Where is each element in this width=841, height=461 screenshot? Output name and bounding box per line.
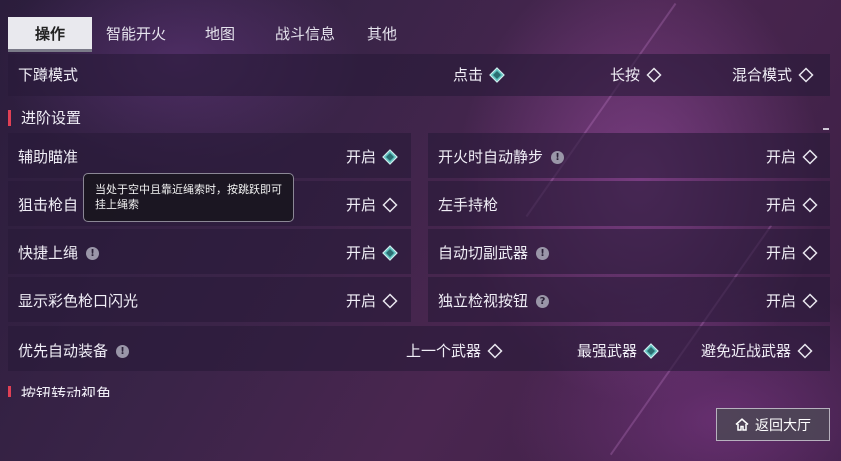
scroll-indicator[interactable] xyxy=(823,128,829,130)
setting-auto-silent-step: 开火时自动静步! 开启 xyxy=(428,133,830,178)
setting-label: 狙击枪自 xyxy=(18,196,79,214)
option-label: 混合模式 xyxy=(732,66,793,84)
setting-label-text: 优先自动装备 xyxy=(18,342,109,360)
sniper-toggle[interactable]: 开启 xyxy=(346,194,398,215)
option-label: 开启 xyxy=(346,244,377,262)
diamond-icon xyxy=(382,196,398,213)
diamond-icon xyxy=(802,244,818,261)
aim-assist-toggle[interactable]: 开启 xyxy=(346,146,398,167)
tab-map[interactable]: 地图 xyxy=(180,17,260,52)
auto-switch-toggle[interactable]: 开启 xyxy=(766,242,818,263)
section-title-clip: 按钮转动视角 xyxy=(0,383,841,397)
setting-muzzle-flash: 显示彩色枪口闪光 开启 xyxy=(8,277,411,322)
option-label: 最强武器 xyxy=(577,342,638,360)
setting-label: 显示彩色枪口闪光 xyxy=(18,292,139,310)
crouch-hold-option[interactable]: 长按 xyxy=(610,64,662,85)
left-hand-toggle[interactable]: 开启 xyxy=(766,194,818,215)
diamond-icon xyxy=(802,148,818,165)
home-icon xyxy=(735,418,749,431)
info-icon[interactable]: ! xyxy=(86,247,100,260)
diamond-icon xyxy=(646,66,662,83)
info-icon[interactable]: ! xyxy=(551,151,565,164)
setting-label-text: 自动切副武器 xyxy=(438,244,529,262)
setting-label-text: 开火时自动静步 xyxy=(438,148,544,166)
setting-inspect-button: 独立检视按钮? 开启 xyxy=(428,277,830,322)
equip-avoid-melee-option[interactable]: 避免近战武器 xyxy=(701,340,813,361)
diamond-icon xyxy=(382,292,398,309)
selected-diamond-icon xyxy=(382,244,398,261)
tab-controls[interactable]: 操作 xyxy=(8,17,92,52)
option-label: 上一个武器 xyxy=(406,342,482,360)
option-label: 开启 xyxy=(766,196,797,214)
setting-label-text: 独立检视按钮 xyxy=(438,292,529,310)
quick-rope-toggle[interactable]: 开启 xyxy=(346,242,398,263)
option-label: 开启 xyxy=(766,292,797,310)
option-label: 长按 xyxy=(610,66,641,84)
setting-label: 左手持枪 xyxy=(438,196,499,214)
section-title-button-camera: 按钮转动视角 xyxy=(8,386,111,397)
setting-label: 辅助瞄准 xyxy=(18,148,79,166)
help-icon[interactable]: ? xyxy=(536,295,550,308)
selected-diamond-icon xyxy=(489,66,505,83)
setting-label: 快捷上绳! xyxy=(18,242,100,263)
setting-left-hand: 左手持枪 开启 xyxy=(428,181,830,226)
tooltip-line: 挂上绳索 xyxy=(95,198,139,211)
back-button-label: 返回大厅 xyxy=(755,417,811,434)
selected-diamond-icon xyxy=(382,148,398,165)
option-label: 开启 xyxy=(766,244,797,262)
info-icon[interactable]: ! xyxy=(116,345,130,358)
tab-bar: 操作 智能开火 地图 战斗信息 其他 xyxy=(8,17,414,52)
diamond-icon xyxy=(487,342,503,359)
section-title-advanced: 进阶设置 xyxy=(8,110,81,126)
option-label: 避免近战武器 xyxy=(701,342,792,360)
crouch-mode-label: 下蹲模式 xyxy=(18,66,79,84)
option-label: 开启 xyxy=(346,196,377,214)
setting-label: 自动切副武器! xyxy=(438,242,550,263)
crouch-mixed-option[interactable]: 混合模式 xyxy=(732,64,814,85)
auto-silent-step-toggle[interactable]: 开启 xyxy=(766,146,818,167)
option-label: 点击 xyxy=(453,66,484,84)
tab-other[interactable]: 其他 xyxy=(350,17,414,52)
setting-auto-equip: 优先自动装备! 上一个武器 最强武器 避免近战武器 xyxy=(8,326,830,371)
inspect-button-toggle[interactable]: 开启 xyxy=(766,290,818,311)
muzzle-flash-toggle[interactable]: 开启 xyxy=(346,290,398,311)
tab-smart-fire[interactable]: 智能开火 xyxy=(92,17,180,52)
setting-label: 开火时自动静步! xyxy=(438,146,565,167)
setting-label-text: 快捷上绳 xyxy=(18,244,79,262)
option-label: 开启 xyxy=(346,148,377,166)
setting-label: 优先自动装备! xyxy=(18,340,130,361)
selected-diamond-icon xyxy=(643,342,659,359)
diamond-icon xyxy=(797,342,813,359)
tab-combat-info[interactable]: 战斗信息 xyxy=(260,17,350,52)
back-to-lobby-button[interactable]: 返回大厅 xyxy=(716,408,830,441)
setting-quick-rope: 快捷上绳! 开启 xyxy=(8,229,411,274)
tooltip-line: 当处于空中且靠近绳索时，按跳跃即可 xyxy=(95,183,282,196)
info-icon[interactable]: ! xyxy=(536,247,550,260)
equip-previous-option[interactable]: 上一个武器 xyxy=(406,340,503,361)
setting-label: 独立检视按钮? xyxy=(438,290,550,311)
rope-tooltip: 当处于空中且靠近绳索时，按跳跃即可 挂上绳索 xyxy=(83,173,294,222)
crouch-mode-row: 下蹲模式 点击 长按 混合模式 xyxy=(8,54,830,96)
diamond-icon xyxy=(798,66,814,83)
setting-auto-switch: 自动切副武器! 开启 xyxy=(428,229,830,274)
diamond-icon xyxy=(802,292,818,309)
diamond-icon xyxy=(802,196,818,213)
option-label: 开启 xyxy=(766,148,797,166)
setting-aim-assist: 辅助瞄准 开启 xyxy=(8,133,411,178)
equip-strongest-option[interactable]: 最强武器 xyxy=(577,340,659,361)
option-label: 开启 xyxy=(346,292,377,310)
crouch-tap-option[interactable]: 点击 xyxy=(453,64,505,85)
